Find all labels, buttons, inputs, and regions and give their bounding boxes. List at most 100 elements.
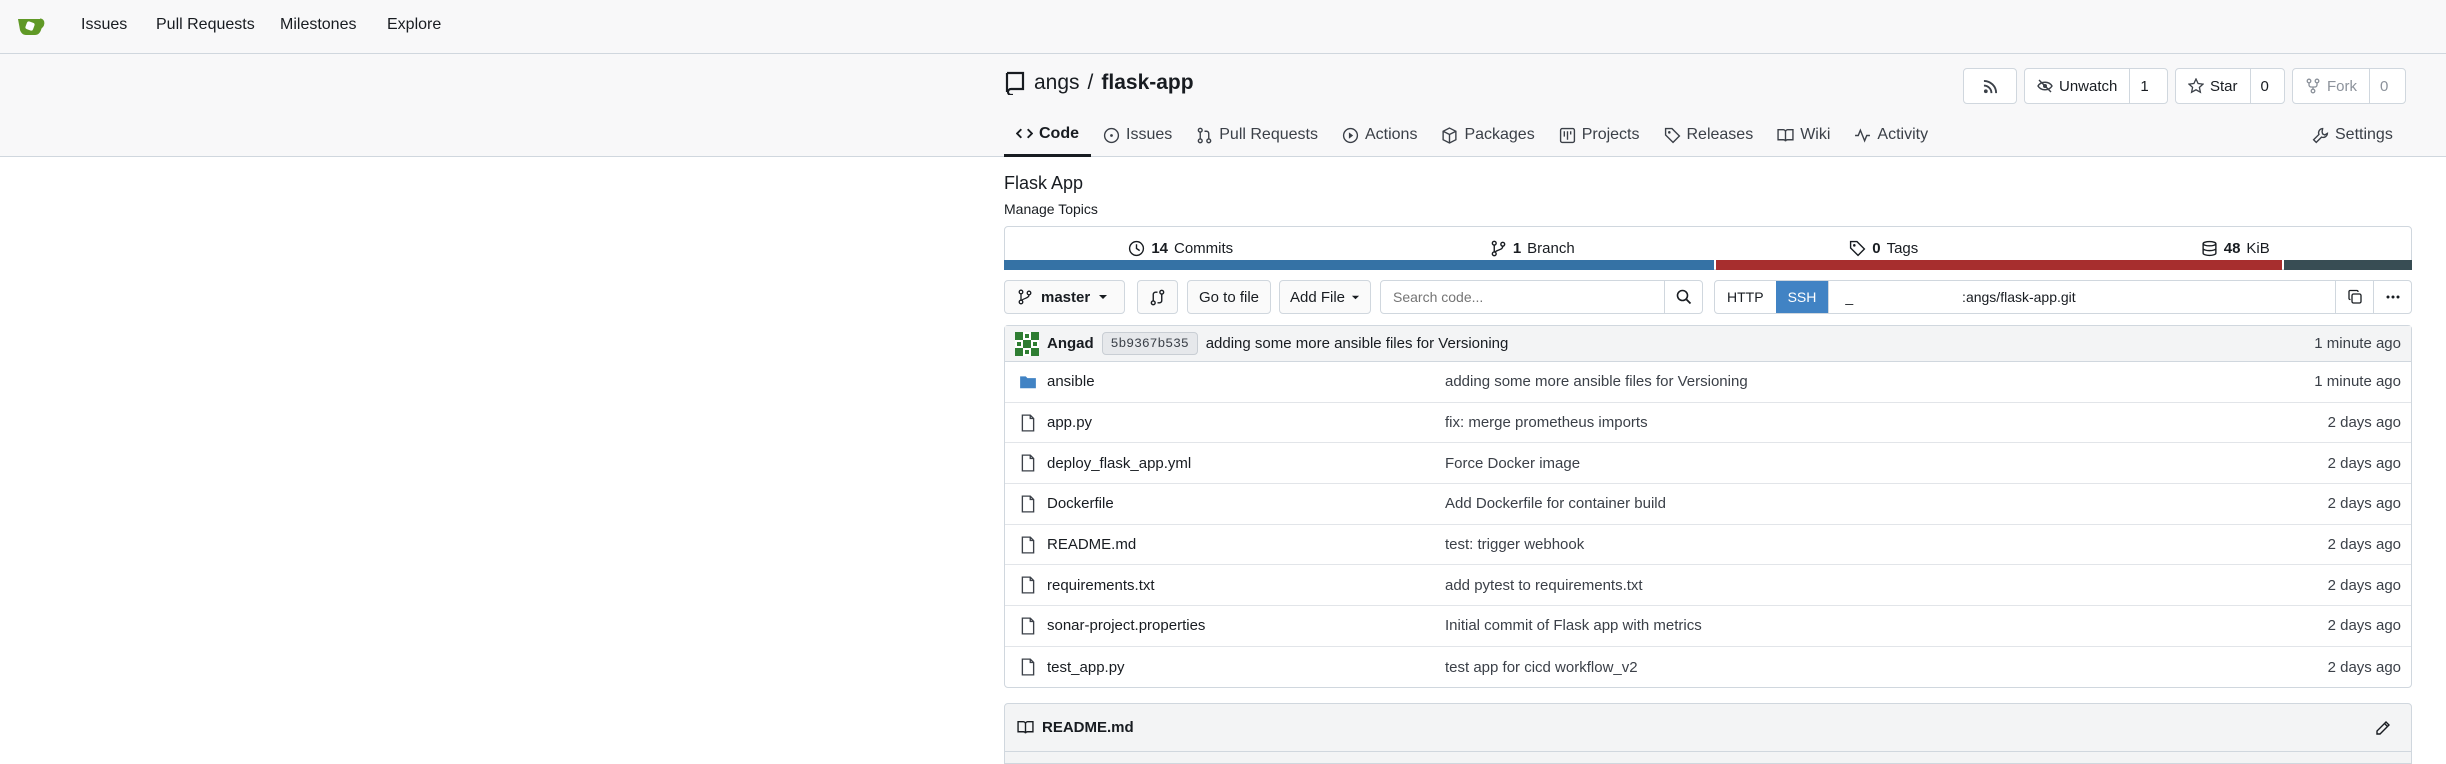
add-file-button[interactable]: Add File	[1279, 280, 1371, 314]
manage-topics-link[interactable]: Manage Topics	[1004, 201, 1098, 217]
file-row: sonar-project.properties Initial commit o…	[1005, 606, 2411, 647]
code-search-input[interactable]	[1381, 281, 1664, 313]
commit-message[interactable]: adding some more ansible files for Versi…	[1206, 335, 1509, 352]
latest-commit-bar: Angad 5b9367b535 adding some more ansibl…	[1005, 326, 2411, 362]
tab-packages[interactable]: Packages	[1429, 113, 1546, 157]
clone-panel: HTTP SSH _ :angs/flask-app.git	[1714, 280, 2412, 314]
copy-url-button[interactable]	[2335, 281, 2373, 313]
tab-settings[interactable]: Settings	[2312, 113, 2393, 157]
tab-code-label: Code	[1039, 124, 1079, 142]
clone-url-field[interactable]: _ :angs/flask-app.git	[1828, 281, 2335, 313]
tab-pull-requests-label: Pull Requests	[1219, 126, 1318, 143]
commit-time: 1 minute ago	[2314, 335, 2401, 352]
tab-pull-requests[interactable]: Pull Requests	[1184, 113, 1330, 157]
star-button[interactable]: Star 0	[2175, 68, 2285, 104]
fork-button[interactable]: Fork 0	[2292, 68, 2406, 104]
file-icon	[1021, 658, 1035, 676]
branch-label: Branch	[1527, 239, 1575, 257]
file-name-link[interactable]: sonar-project.properties	[1047, 617, 1205, 634]
http-clone-button[interactable]: HTTP	[1715, 281, 1776, 313]
file-commit-message[interactable]: test app for cicd workflow_v2	[1445, 659, 1638, 676]
history-icon	[1129, 240, 1145, 256]
file-name-link[interactable]: test_app.py	[1047, 659, 1125, 676]
file-row: Dockerfile Add Dockerfile for container b…	[1005, 484, 2411, 525]
branch-icon	[1491, 240, 1506, 256]
language-segment[interactable]	[1716, 260, 2283, 270]
tab-issues[interactable]: Issues	[1091, 113, 1184, 157]
file-row: app.py fix: merge prometheus imports 2 day…	[1005, 403, 2411, 444]
code-icon	[1016, 128, 1033, 139]
file-commit-time: 2 days ago	[2327, 454, 2401, 472]
go-to-file-button[interactable]: Go to file	[1187, 280, 1271, 314]
fork-count[interactable]: 0	[2369, 69, 2398, 103]
file-name-link[interactable]: app.py	[1047, 414, 1092, 431]
repo-name-link[interactable]: flask-app	[1101, 71, 1193, 95]
avatar[interactable]	[1015, 331, 1039, 356]
fork-label: Fork	[2327, 77, 2357, 95]
file-commit-message[interactable]: Force Docker image	[1445, 455, 1580, 472]
commit-author[interactable]: Angad	[1047, 335, 1094, 352]
file-commit-message[interactable]: Initial commit of Flask app with metrics	[1445, 617, 1702, 634]
file-commit-time: 2 days ago	[2327, 658, 2401, 676]
edit-readme-button[interactable]	[2375, 718, 2391, 742]
commit-sha-badge[interactable]: 5b9367b535	[1101, 332, 1198, 355]
language-bar[interactable]	[1004, 260, 2412, 270]
repo-icon	[1005, 71, 1025, 95]
compare-button[interactable]	[1137, 280, 1178, 314]
file-name-link[interactable]: deploy_flask_app.yml	[1047, 455, 1191, 472]
nav-explore[interactable]: Explore	[387, 16, 441, 34]
caret-down-icon	[1099, 295, 1108, 299]
file-name-link[interactable]: ansible	[1047, 373, 1095, 390]
tab-actions[interactable]: Actions	[1330, 113, 1429, 157]
tab-issues-label: Issues	[1126, 126, 1173, 143]
tab-code[interactable]: Code	[1004, 113, 1091, 157]
file-name-link[interactable]: Dockerfile	[1047, 495, 1114, 512]
file-commit-message[interactable]: Add Dockerfile for container build	[1445, 495, 1666, 512]
more-options-button[interactable]	[2373, 281, 2411, 313]
size-value: 48	[2223, 239, 2241, 257]
file-name-link[interactable]: README.md	[1047, 536, 1136, 553]
go-to-file-label: Go to file	[1198, 288, 1260, 306]
file-commit-message[interactable]: add pytest to requirements.txt	[1445, 577, 1643, 594]
rss-button[interactable]	[1963, 68, 2017, 104]
search-icon	[1676, 289, 1691, 305]
language-segment[interactable]	[1004, 260, 1715, 270]
copy-icon	[2347, 289, 2362, 304]
tags-count: 0	[1872, 239, 1881, 257]
gitea-logo[interactable]	[14, 10, 46, 42]
ssh-clone-button[interactable]: SSH	[1775, 281, 1829, 313]
commits-count: 14	[1151, 239, 1168, 257]
star-count[interactable]: 0	[2249, 69, 2279, 103]
watch-count[interactable]: 1	[2129, 69, 2158, 103]
file-commit-time: 2 days ago	[2327, 536, 2401, 554]
tab-releases[interactable]: Releases	[1652, 113, 1766, 157]
code-search	[1380, 280, 1703, 314]
folder-icon	[1020, 376, 1036, 389]
file-commit-message[interactable]: fix: merge prometheus imports	[1445, 414, 1648, 431]
tab-projects[interactable]: Projects	[1547, 113, 1652, 157]
tab-activity[interactable]: Activity	[1842, 113, 1940, 157]
pulse-icon	[1855, 127, 1871, 143]
file-name-link[interactable]: requirements.txt	[1047, 577, 1155, 594]
tab-wiki[interactable]: Wiki	[1765, 113, 1842, 157]
nav-issues[interactable]: Issues	[81, 16, 127, 34]
tools-icon	[2312, 127, 2329, 143]
branch-selector[interactable]: master	[1004, 280, 1125, 314]
readme-title[interactable]: README.md	[1042, 719, 1134, 736]
caret-down-icon	[1351, 295, 1360, 299]
kebab-horizontal-icon	[2386, 295, 2399, 299]
nav-milestones[interactable]: Milestones	[280, 16, 356, 34]
repo-owner-link[interactable]: angs	[1034, 71, 1080, 95]
unwatch-button[interactable]: Unwatch 1	[2024, 68, 2168, 104]
nav-pull-requests[interactable]: Pull Requests	[156, 16, 255, 34]
file-commit-time: 2 days ago	[2327, 576, 2401, 594]
file-commit-message[interactable]: test: trigger webhook	[1445, 536, 1584, 553]
size-unit: KiB	[2246, 239, 2270, 257]
file-commit-message[interactable]: adding some more ansible files for Versi…	[1445, 373, 1748, 390]
branch-name: master	[1041, 288, 1091, 306]
search-button[interactable]	[1664, 281, 1702, 313]
language-segment[interactable]	[2284, 260, 2412, 270]
tab-actions-label: Actions	[1364, 126, 1418, 143]
repo-title: angs / flask-app	[1004, 71, 1194, 95]
tags-label: Tags	[1886, 239, 1919, 257]
